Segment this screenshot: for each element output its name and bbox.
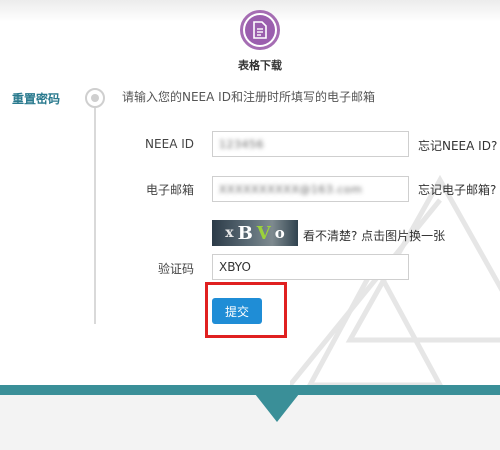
section-label: 重置密码 — [12, 92, 61, 106]
step-indicator — [240, 10, 280, 50]
captcha-value: XBYO — [219, 260, 251, 274]
highlight-box — [205, 282, 287, 338]
email-label: 电子邮箱 — [145, 183, 194, 197]
captcha-image[interactable]: x B V o — [212, 220, 298, 246]
email-value: XXXXXXXXXX@163.com — [219, 182, 363, 196]
forgot-email-link[interactable]: 忘记电子邮箱? — [418, 181, 496, 198]
timeline-dot — [85, 88, 105, 108]
step-label: 表格下载 — [238, 59, 282, 72]
captcha-label: 验证码 — [157, 262, 194, 276]
footer-arrow — [255, 394, 299, 422]
neea-id-value: 123456 — [219, 137, 264, 151]
timeline-line — [94, 108, 96, 324]
instruction-text: 请输入您的NEEA ID和注册时所填写的电子邮箱 — [122, 90, 375, 104]
footer-band — [0, 385, 500, 395]
forgot-neea-id-link[interactable]: 忘记NEEA ID? — [418, 137, 497, 154]
captcha-input[interactable]: XBYO — [212, 254, 409, 280]
footer-area — [0, 395, 500, 450]
neea-id-label: NEEA ID — [145, 137, 194, 151]
captcha-refresh-hint[interactable]: 看不清楚? 点击图片换一张 — [303, 227, 445, 244]
document-icon — [245, 15, 275, 45]
email-input[interactable]: XXXXXXXXXX@163.com — [212, 176, 409, 202]
neea-id-input[interactable]: 123456 — [212, 131, 409, 157]
